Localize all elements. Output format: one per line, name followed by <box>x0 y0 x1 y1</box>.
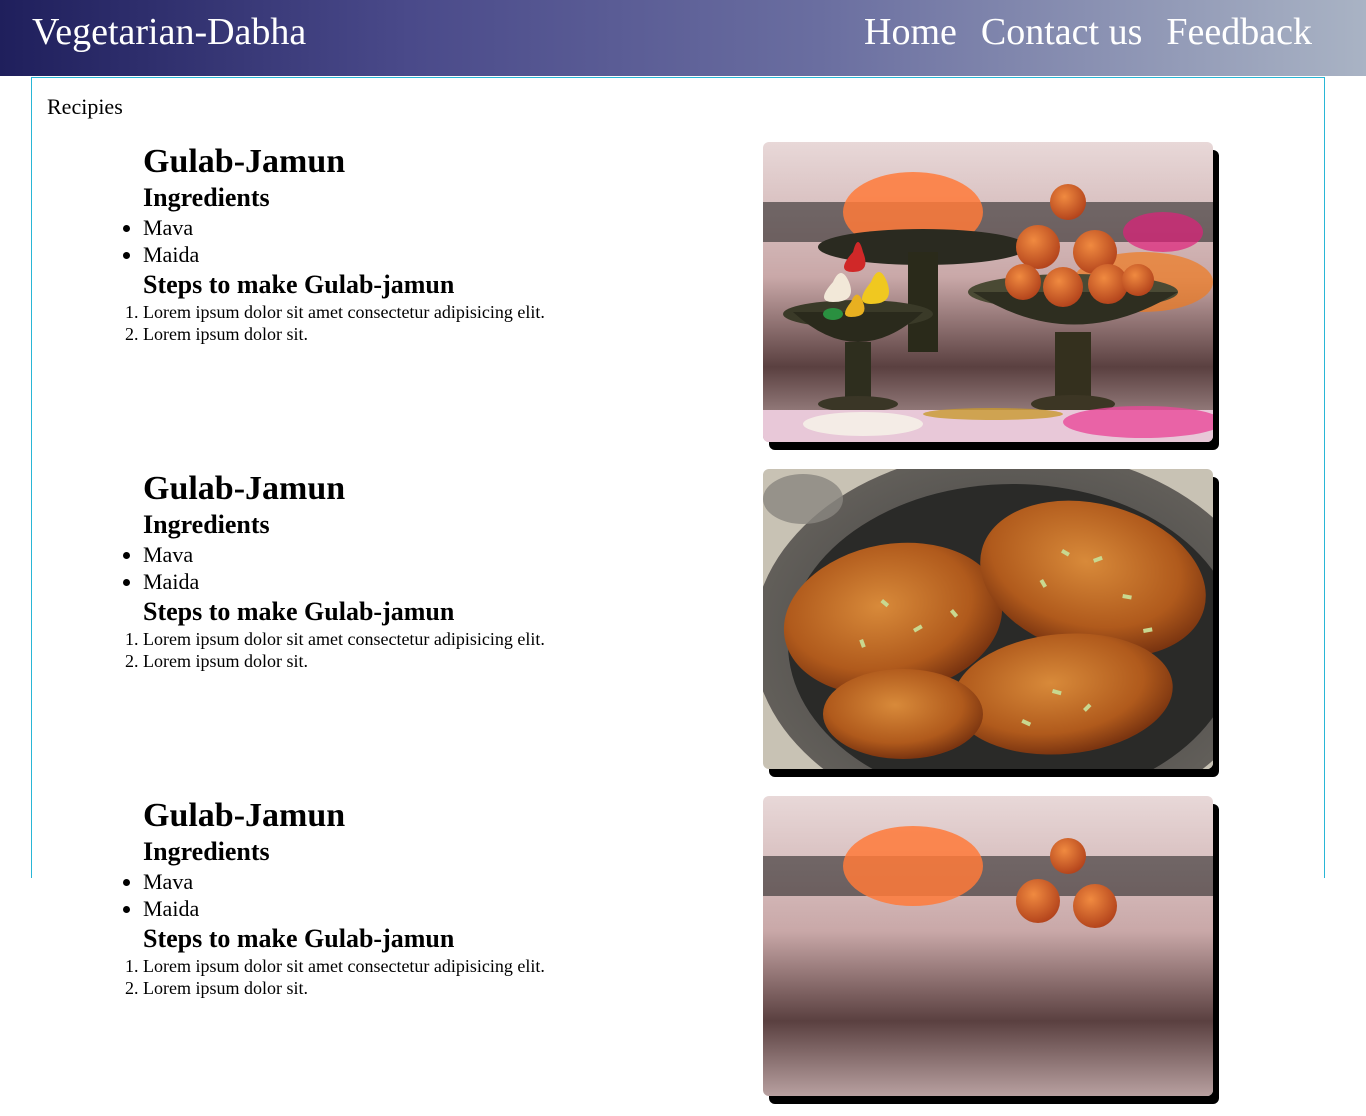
step-item: Lorem ipsum dolor sit. <box>143 323 545 345</box>
recipe-name: Gulab-Jamun <box>143 797 346 834</box>
steps-heading: Steps to make Gulab-jamun <box>143 924 455 953</box>
nav-links: Home Contact us Feedback <box>864 10 1312 54</box>
recipe-name: Gulab-Jamun <box>143 143 346 180</box>
recipe-card: Gulab-Jamun Ingredients Mava Maida Steps… <box>32 142 1324 462</box>
ingredients-heading: Ingredients <box>143 183 270 212</box>
ingredient-item: Maida <box>143 568 199 595</box>
steps-heading: Steps to make Gulab-jamun <box>143 597 455 626</box>
ingredient-item: Mava <box>143 868 199 895</box>
steps-list: Lorem ipsum dolor sit amet consectetur a… <box>143 628 545 672</box>
step-item: Lorem ipsum dolor sit amet consectetur a… <box>143 955 545 977</box>
nav-link-home[interactable]: Home <box>864 10 957 54</box>
gulab-jamun-image <box>763 142 1213 442</box>
ingredients-list: Mava Maida <box>143 868 199 922</box>
ingredients-heading: Ingredients <box>143 510 270 539</box>
ingredients-list: Mava Maida <box>143 214 199 268</box>
steps-list: Lorem ipsum dolor sit amet consectetur a… <box>143 955 545 999</box>
section-title: Recipies <box>47 94 123 119</box>
ingredient-item: Mava <box>143 214 199 241</box>
step-item: Lorem ipsum dolor sit amet consectetur a… <box>143 628 545 650</box>
nav-link-feedback[interactable]: Feedback <box>1166 10 1312 54</box>
ingredient-item: Mava <box>143 541 199 568</box>
recipe-name: Gulab-Jamun <box>143 470 346 507</box>
gulab-jamun-image <box>763 796 1213 1096</box>
recipes-container: Recipies Gulab-Jamun Ingredients Mava Ma… <box>31 77 1325 1096</box>
step-item: Lorem ipsum dolor sit. <box>143 977 545 999</box>
navbar: Vegetarian-Dabha Home Contact us Feedbac… <box>0 0 1366 76</box>
steps-heading: Steps to make Gulab-jamun <box>143 270 455 299</box>
brand-logo-text[interactable]: Vegetarian-Dabha <box>32 10 306 54</box>
nav-link-contact-us[interactable]: Contact us <box>981 10 1142 54</box>
recipe-card: Gulab-Jamun Ingredients Mava Maida Steps… <box>32 796 1324 1116</box>
malpua-image <box>763 469 1213 769</box>
steps-list: Lorem ipsum dolor sit amet consectetur a… <box>143 301 545 345</box>
ingredients-heading: Ingredients <box>143 837 270 866</box>
ingredients-list: Mava Maida <box>143 541 199 595</box>
recipe-card: Gulab-Jamun Ingredients Mava Maida Steps… <box>32 469 1324 789</box>
step-item: Lorem ipsum dolor sit amet consectetur a… <box>143 301 545 323</box>
ingredient-item: Maida <box>143 241 199 268</box>
step-item: Lorem ipsum dolor sit. <box>143 650 545 672</box>
ingredient-item: Maida <box>143 895 199 922</box>
